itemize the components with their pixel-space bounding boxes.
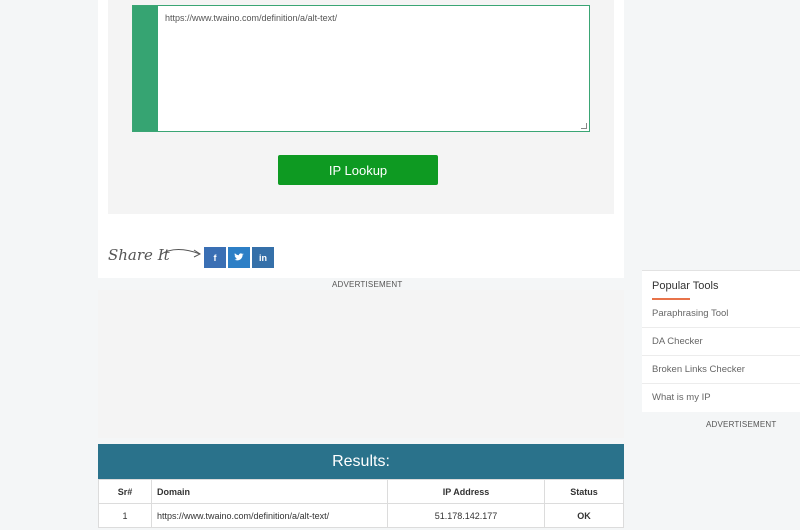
advertisement-label: ADVERTISEMENT (332, 280, 403, 289)
sidebar-item-paraphrasing-tool[interactable]: Paraphrasing Tool (642, 300, 800, 328)
sidebar-advertisement-label: ADVERTISEMENT (706, 420, 777, 429)
resize-handle-icon[interactable] (581, 123, 587, 129)
sidebar-background (641, 0, 800, 240)
cell-domain: https://www.twaino.com/definition/a/alt-… (151, 503, 388, 528)
results-panel: Results: Sr# Domain IP Address Status 1 … (98, 444, 624, 528)
url-input-box: https://www.twaino.com/definition/a/alt-… (132, 5, 590, 132)
results-header-row: Sr# Domain IP Address Status (98, 479, 624, 504)
url-input-stripe (133, 6, 158, 131)
column-header-sr: Sr# (98, 479, 152, 504)
share-arrow-icon (159, 249, 201, 258)
results-title: Results: (98, 444, 624, 479)
facebook-share-button[interactable]: f (204, 247, 226, 268)
table-row: 1 https://www.twaino.com/definition/a/al… (98, 503, 624, 528)
cell-status: OK (544, 503, 624, 528)
popular-tools-widget: Popular Tools Paraphrasing Tool DA Check… (642, 270, 800, 412)
advertisement-slot (98, 290, 624, 438)
column-header-status: Status (544, 479, 624, 504)
cell-sr: 1 (98, 503, 152, 528)
linkedin-share-button[interactable]: in (252, 247, 274, 268)
sidebar-item-what-is-my-ip[interactable]: What is my IP (642, 384, 800, 412)
linkedin-icon: in (259, 252, 267, 263)
ip-lookup-button[interactable]: IP Lookup (278, 155, 438, 185)
column-header-ip: IP Address (387, 479, 545, 504)
url-input[interactable]: https://www.twaino.com/definition/a/alt-… (158, 6, 589, 131)
sidebar-item-da-checker[interactable]: DA Checker (642, 328, 800, 356)
twitter-icon (234, 253, 244, 261)
twitter-share-button[interactable] (228, 247, 250, 268)
facebook-icon: f (213, 252, 217, 263)
column-header-domain: Domain (151, 479, 388, 504)
results-table: Sr# Domain IP Address Status 1 https://w… (98, 479, 624, 528)
popular-tools-title: Popular Tools (652, 280, 719, 292)
sidebar-item-broken-links-checker[interactable]: Broken Links Checker (642, 356, 800, 384)
cell-ip: 51.178.142.177 (387, 503, 545, 528)
